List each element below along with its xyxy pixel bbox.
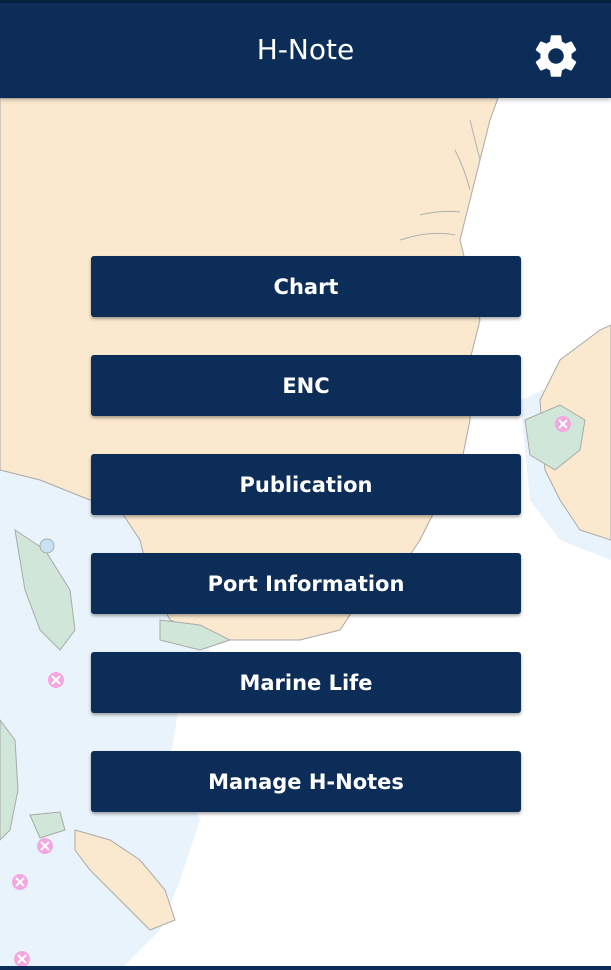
publication-button[interactable]: Publication [91, 454, 521, 515]
app-title: H-Note [256, 33, 355, 66]
main-menu: Chart ENC Publication Port Information M… [91, 256, 521, 850]
app-bar: H-Note [0, 0, 611, 98]
chart-button[interactable]: Chart [91, 256, 521, 317]
marine-life-button[interactable]: Marine Life [91, 652, 521, 713]
manage-h-notes-button[interactable]: Manage H-Notes [91, 751, 521, 812]
enc-button[interactable]: ENC [91, 355, 521, 416]
port-information-button[interactable]: Port Information [91, 553, 521, 614]
settings-button[interactable] [528, 28, 584, 84]
bottom-divider [0, 966, 611, 970]
gear-icon [535, 35, 577, 77]
